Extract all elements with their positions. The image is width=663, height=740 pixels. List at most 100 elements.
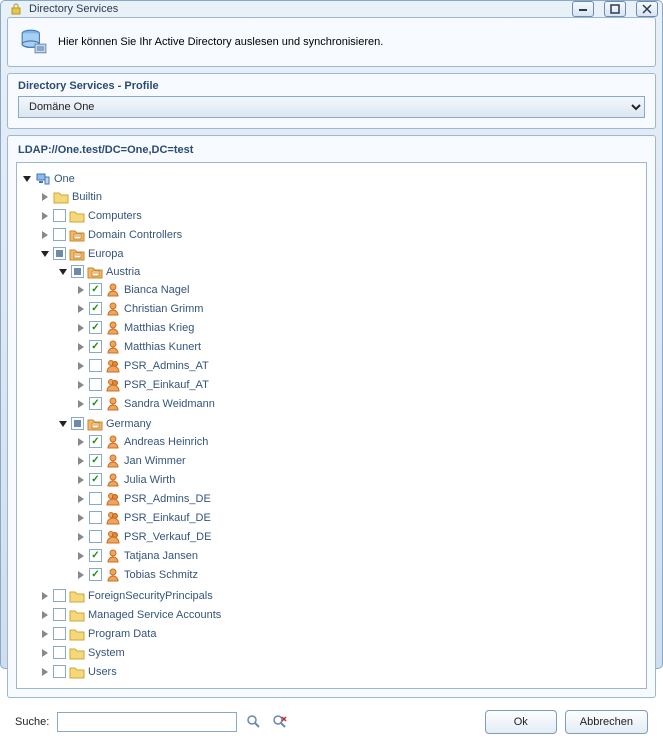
checkbox[interactable]: [89, 378, 102, 391]
group-icon: [105, 491, 121, 507]
toggle-icon[interactable]: [39, 628, 50, 639]
checkbox[interactable]: [53, 608, 66, 621]
tree-view[interactable]: One Builtin: [16, 162, 647, 689]
checkbox[interactable]: [89, 511, 102, 524]
minimize-button[interactable]: [572, 1, 594, 17]
toggle-icon[interactable]: [75, 531, 86, 542]
tree-leaf[interactable]: PSR_Admins_AT: [75, 356, 642, 375]
user-icon: [105, 472, 121, 488]
cancel-button[interactable]: Abbrechen: [565, 710, 648, 734]
tree-leaf[interactable]: Christian Grimm: [75, 299, 642, 318]
node-users[interactable]: Users: [39, 662, 642, 681]
toggle-icon[interactable]: [75, 512, 86, 523]
node-label: Julia Wirth: [124, 474, 175, 486]
toggle-icon[interactable]: [57, 418, 68, 429]
user-icon: [105, 339, 121, 355]
tree-leaf[interactable]: Tatjana Jansen: [75, 546, 642, 565]
tree-leaf[interactable]: Sandra Weidmann: [75, 394, 642, 413]
tree-leaf[interactable]: Bianca Nagel: [75, 280, 642, 299]
toggle-icon[interactable]: [39, 191, 50, 202]
tree-leaf[interactable]: PSR_Einkauf_AT: [75, 375, 642, 394]
checkbox[interactable]: [53, 627, 66, 640]
toggle-icon[interactable]: [39, 210, 50, 221]
checkbox-checked[interactable]: [89, 454, 102, 467]
checkbox[interactable]: [53, 665, 66, 678]
toggle-icon[interactable]: [75, 341, 86, 352]
checkbox-checked[interactable]: [89, 283, 102, 296]
toggle-icon[interactable]: [75, 303, 86, 314]
node-computers[interactable]: Computers: [39, 206, 642, 225]
tree-leaf[interactable]: PSR_Verkauf_DE: [75, 527, 642, 546]
toggle-icon[interactable]: [39, 609, 50, 620]
clear-search-button[interactable]: [271, 713, 289, 731]
toggle-icon[interactable]: [39, 590, 50, 601]
search-button[interactable]: [245, 713, 263, 731]
node-domaincontrollers[interactable]: Domain Controllers: [39, 225, 642, 244]
node-builtin[interactable]: Builtin: [39, 187, 642, 206]
node-europa[interactable]: Europa Austria: [39, 244, 642, 586]
node-system[interactable]: System: [39, 643, 642, 662]
folder-icon: [53, 189, 69, 205]
checkbox[interactable]: [53, 209, 66, 222]
toggle-icon[interactable]: [75, 493, 86, 504]
toggle-icon[interactable]: [39, 647, 50, 658]
close-button[interactable]: [636, 1, 658, 17]
toggle-icon[interactable]: [75, 569, 86, 580]
checkbox[interactable]: [53, 228, 66, 241]
tree-leaf[interactable]: Julia Wirth: [75, 470, 642, 489]
node-germany[interactable]: Germany Andreas Heinrich Jan Wimmer Juli…: [57, 414, 642, 585]
node-programdata[interactable]: Program Data: [39, 624, 642, 643]
ok-button[interactable]: Ok: [485, 710, 557, 734]
checkbox[interactable]: [53, 589, 66, 602]
toggle-icon[interactable]: [75, 436, 86, 447]
window-title: Directory Services: [29, 3, 566, 15]
domain-select[interactable]: Domäne One: [18, 96, 645, 118]
checkbox-checked[interactable]: [89, 549, 102, 562]
tree-root[interactable]: One Builtin: [21, 169, 642, 682]
checkbox-indeterminate[interactable]: [71, 265, 84, 278]
node-fsp[interactable]: ForeignSecurityPrincipals: [39, 586, 642, 605]
checkbox-checked[interactable]: [89, 568, 102, 581]
checkbox[interactable]: [53, 646, 66, 659]
toggle-icon[interactable]: [39, 248, 50, 259]
tree-leaf[interactable]: Andreas Heinrich: [75, 432, 642, 451]
toggle-icon[interactable]: [39, 666, 50, 677]
checkbox-checked[interactable]: [89, 473, 102, 486]
toggle-icon[interactable]: [75, 455, 86, 466]
toggle-icon[interactable]: [57, 266, 68, 277]
tree-leaf[interactable]: Tobias Schmitz: [75, 565, 642, 584]
tree-leaf[interactable]: Matthias Kunert: [75, 337, 642, 356]
toggle-icon[interactable]: [75, 474, 86, 485]
group-icon: [105, 529, 121, 545]
toggle-icon[interactable]: [75, 322, 86, 333]
toggle-icon[interactable]: [75, 398, 86, 409]
checkbox-indeterminate[interactable]: [71, 417, 84, 430]
tree-leaf[interactable]: PSR_Admins_DE: [75, 489, 642, 508]
checkbox-checked[interactable]: [89, 340, 102, 353]
tree-leaf[interactable]: Jan Wimmer: [75, 451, 642, 470]
checkbox-checked[interactable]: [89, 435, 102, 448]
checkbox[interactable]: [89, 530, 102, 543]
checkbox[interactable]: [89, 492, 102, 505]
checkbox-checked[interactable]: [89, 302, 102, 315]
maximize-button[interactable]: [604, 1, 626, 17]
node-msa[interactable]: Managed Service Accounts: [39, 605, 642, 624]
node-label: One: [54, 173, 75, 185]
toggle-icon[interactable]: [39, 229, 50, 240]
folder-icon: [69, 645, 85, 661]
checkbox-checked[interactable]: [89, 321, 102, 334]
tree-leaf[interactable]: Matthias Krieg: [75, 318, 642, 337]
search-input[interactable]: [57, 712, 237, 732]
toggle-icon[interactable]: [75, 379, 86, 390]
node-austria[interactable]: Austria Bianca Nagel Christian Grimm Mat…: [57, 262, 642, 414]
folder-icon: [69, 664, 85, 680]
toggle-icon[interactable]: [75, 550, 86, 561]
checkbox-indeterminate[interactable]: [53, 247, 66, 260]
tree-leaf[interactable]: PSR_Einkauf_DE: [75, 508, 642, 527]
toggle-icon[interactable]: [75, 360, 86, 371]
titlebar[interactable]: Directory Services: [1, 1, 662, 17]
toggle-icon[interactable]: [75, 284, 86, 295]
checkbox-checked[interactable]: [89, 397, 102, 410]
toggle-icon[interactable]: [21, 173, 32, 184]
checkbox[interactable]: [89, 359, 102, 372]
